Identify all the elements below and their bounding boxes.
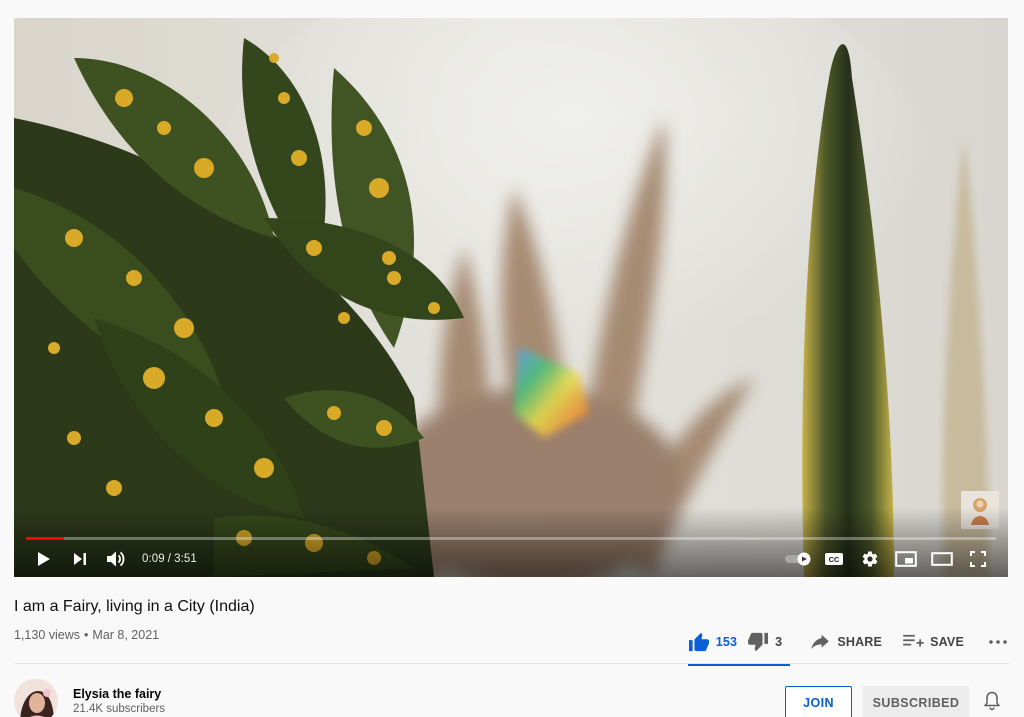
avatar-image (14, 679, 58, 717)
progress-played (26, 537, 64, 540)
like-dislike-group: 153 3 (687, 626, 791, 666)
channel-name[interactable]: Elysia the fairy (73, 687, 161, 701)
time-display: 0:09/3:51 (142, 553, 197, 565)
save-button[interactable]: SAVE (902, 626, 964, 658)
add-to-playlist-icon (903, 634, 924, 647)
svg-text:CC: CC (829, 555, 840, 564)
play-icon (38, 552, 50, 566)
video-meta: 1,130 views • Mar 8, 2021 (14, 628, 159, 642)
share-icon (811, 634, 830, 650)
theater-mode-button[interactable] (924, 545, 960, 573)
theater-mode-icon (931, 552, 953, 566)
save-label: SAVE (930, 635, 964, 649)
fullscreen-button[interactable] (960, 545, 996, 573)
view-count: 1,130 views (14, 628, 81, 642)
notification-bell-button[interactable] (982, 690, 1002, 712)
time-separator: / (167, 553, 172, 565)
miniplayer-icon (895, 551, 917, 567)
dislike-count: 3 (775, 635, 783, 649)
progress-bar[interactable] (26, 537, 996, 540)
mute-button[interactable] (98, 545, 134, 573)
volume-icon (107, 551, 125, 567)
fullscreen-icon (970, 551, 986, 567)
settings-button[interactable] (852, 545, 888, 573)
channel-avatar[interactable] (14, 679, 58, 717)
like-button[interactable]: 153 (688, 626, 737, 658)
join-button[interactable]: JOIN (785, 686, 852, 717)
sentiment-bar (687, 664, 791, 666)
dislike-button[interactable]: 3 (747, 626, 782, 658)
action-bar: 153 3 SHARE SAVE (687, 624, 1010, 666)
bell-icon (984, 691, 1000, 711)
miniplayer-button[interactable] (888, 545, 924, 573)
like-count: 153 (715, 635, 738, 649)
subscriber-count: 21.4K subscribers (73, 703, 166, 715)
current-time: 0:09 (142, 553, 165, 565)
next-button[interactable] (62, 545, 98, 573)
more-actions-button[interactable] (986, 626, 1010, 658)
video-frame[interactable] (14, 18, 1008, 577)
upload-date: Mar 8, 2021 (92, 628, 160, 642)
video-frame-image (14, 18, 1008, 577)
meta-dot: • (84, 628, 89, 642)
share-button[interactable]: SHARE (810, 626, 882, 658)
autoplay-toggle[interactable] (780, 545, 816, 573)
duration: 3:51 (174, 553, 197, 565)
more-horizontal-icon (989, 640, 1007, 644)
video-title: I am a Fairy, living in a City (India) (14, 598, 255, 615)
video-player[interactable]: 0:09/3:51 CC (14, 18, 1008, 577)
autoplay-toggle-icon (785, 552, 811, 566)
player-controls: 0:09/3:51 CC (26, 545, 996, 573)
share-label: SHARE (837, 635, 883, 649)
gear-icon (862, 551, 878, 567)
play-button[interactable] (26, 545, 62, 573)
captions-icon: CC (825, 553, 843, 565)
thumbs-down-icon (748, 632, 769, 652)
subscribed-button[interactable]: SUBSCRIBED (863, 686, 969, 717)
next-icon (74, 553, 86, 565)
captions-button[interactable]: CC (816, 545, 852, 573)
divider (14, 663, 1010, 664)
thumbs-up-icon (688, 632, 709, 652)
